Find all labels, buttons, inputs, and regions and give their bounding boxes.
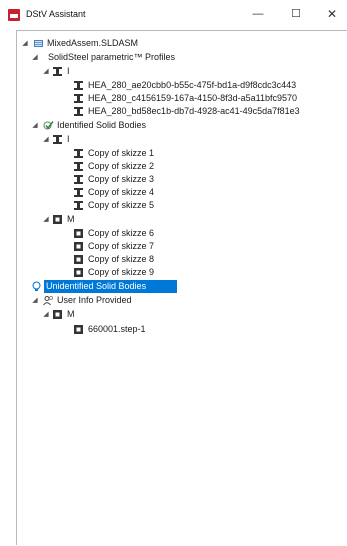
tree-label-profile: HEA_280_ae20cbb0-b55c-475f-bd1a-d9f8cdc3… — [88, 80, 297, 90]
tree-label-body: Copy of skizze 3 — [88, 174, 155, 184]
i-beam-icon — [73, 174, 84, 185]
tree-label-body: Copy of skizze 1 — [88, 148, 155, 158]
maximize-button[interactable]: ☐ — [282, 4, 310, 24]
expand-arrow-icon[interactable]: ◢ — [42, 213, 50, 226]
tree-label-root: MixedAssem.SLDASM — [47, 38, 139, 48]
tree-label-user-info: User Info Provided — [57, 295, 132, 305]
tree-label-body: Copy of skizze 6 — [88, 228, 155, 238]
i-beam-icon — [73, 80, 84, 91]
tree-node-root[interactable]: ◢ MixedAssem.SLDASM — [21, 37, 341, 50]
i-beam-icon — [73, 93, 84, 104]
tree-node-body[interactable]: Copy of skizze 6 — [73, 227, 223, 240]
tree-node-profile[interactable]: HEA_280_ae20cbb0-b55c-475f-bd1a-d9f8cdc3… — [73, 79, 343, 92]
window-title: DStV Assistant — [26, 9, 86, 19]
i-beam-icon — [52, 66, 63, 77]
i-beam-icon — [52, 134, 63, 145]
tree-label-identified: Identified Solid Bodies — [57, 120, 147, 130]
tree-label-profile: HEA_280_c4156159-167a-4150-8f3d-a5a11bfc… — [88, 93, 298, 103]
tree-label-user-info-m: M — [67, 309, 75, 319]
title-bar: DStV Assistant — ☐ ✕ — [0, 0, 347, 30]
tree-label-identified-i: I — [67, 134, 70, 144]
expand-arrow-icon[interactable]: ◢ — [31, 119, 39, 132]
tree-label-profiles-group: SolidSteel parametric™ Profiles — [48, 52, 176, 62]
expand-arrow-icon[interactable]: ◢ — [31, 294, 39, 307]
tree-label-body: Copy of skizze 5 — [88, 200, 155, 210]
hollow-section-icon — [73, 228, 84, 239]
tree-node-profile[interactable]: HEA_280_c4156159-167a-4150-8f3d-a5a11bfc… — [73, 92, 343, 105]
dstv-app-icon — [8, 9, 20, 21]
tree-node-body[interactable]: Copy of skizze 1 — [73, 147, 223, 160]
i-beam-icon — [73, 148, 84, 159]
tree-node-body[interactable]: Copy of skizze 2 — [73, 160, 223, 173]
hollow-section-icon — [52, 214, 63, 225]
lightbulb-icon — [31, 281, 42, 292]
hollow-section-icon — [73, 254, 84, 265]
tree-label-body: Copy of skizze 2 — [88, 161, 155, 171]
hollow-section-icon — [73, 241, 84, 252]
tree-label-body: Copy of skizze 9 — [88, 267, 155, 277]
i-beam-icon — [73, 187, 84, 198]
tree-node-identified-m[interactable]: ◢ M — [42, 213, 142, 226]
i-beam-icon — [73, 200, 84, 211]
expand-arrow-icon[interactable]: ◢ — [42, 133, 50, 146]
tree-panel[interactable]: ◢ MixedAssem.SLDASM ◢ SolidSteel paramet… — [16, 30, 347, 545]
users-icon — [43, 295, 54, 306]
tree-node-identified-i[interactable]: ◢ I — [42, 133, 142, 146]
close-button[interactable]: ✕ — [318, 4, 346, 24]
tree-node-profiles-group[interactable]: ◢ SolidSteel parametric™ Profiles — [31, 51, 331, 64]
tree-node-body[interactable]: Copy of skizze 9 — [73, 266, 223, 279]
tree-node-body[interactable]: Copy of skizze 8 — [73, 253, 223, 266]
tree-label-unidentified: Unidentified Solid Bodies — [46, 281, 147, 291]
tree-node-profiles-i[interactable]: ◢ I — [42, 65, 142, 78]
tree-node-identified[interactable]: ◢ Identified Solid Bodies — [31, 119, 231, 132]
tree-label-profile: HEA_280_bd58ec1b-db7d-4928-ac41-49c5da7f… — [88, 106, 300, 116]
checkmark-icon — [43, 120, 54, 131]
hollow-section-icon — [73, 267, 84, 278]
tree-node-body[interactable]: Copy of skizze 3 — [73, 173, 223, 186]
expand-arrow-icon[interactable]: ◢ — [42, 65, 50, 78]
expand-arrow-icon[interactable]: ◢ — [21, 37, 29, 50]
expand-arrow-icon[interactable]: ◢ — [42, 308, 50, 321]
tree-node-user-info-m[interactable]: ◢ M — [42, 308, 142, 321]
tree-label-body: Copy of skizze 7 — [88, 241, 155, 251]
tree-label-body: Copy of skizze 4 — [88, 187, 155, 197]
tree-node-body[interactable]: 660001.step-1 — [73, 323, 223, 336]
tree-label-profiles-i: I — [67, 66, 70, 76]
i-beam-icon — [73, 106, 84, 117]
tree-label-body: 660001.step-1 — [88, 324, 146, 334]
tree-node-body[interactable]: Copy of skizze 7 — [73, 240, 223, 253]
tree-node-profile[interactable]: HEA_280_bd58ec1b-db7d-4928-ac41-49c5da7f… — [73, 105, 343, 118]
tree-node-body[interactable]: Copy of skizze 5 — [73, 199, 223, 212]
tree-node-user-info[interactable]: ◢ User Info Provided — [31, 294, 231, 307]
assembly-icon — [33, 38, 44, 49]
hollow-section-icon — [52, 309, 63, 320]
tree-label-identified-m: M — [67, 214, 75, 224]
tree-node-unidentified[interactable]: Unidentified Solid Bodies — [31, 280, 191, 293]
expand-arrow-icon[interactable]: ◢ — [31, 51, 39, 64]
i-beam-icon — [73, 161, 84, 172]
tree-node-body[interactable]: Copy of skizze 4 — [73, 186, 223, 199]
hollow-section-icon — [73, 324, 84, 335]
tree-label-body: Copy of skizze 8 — [88, 254, 155, 264]
minimize-button[interactable]: — — [244, 4, 272, 24]
